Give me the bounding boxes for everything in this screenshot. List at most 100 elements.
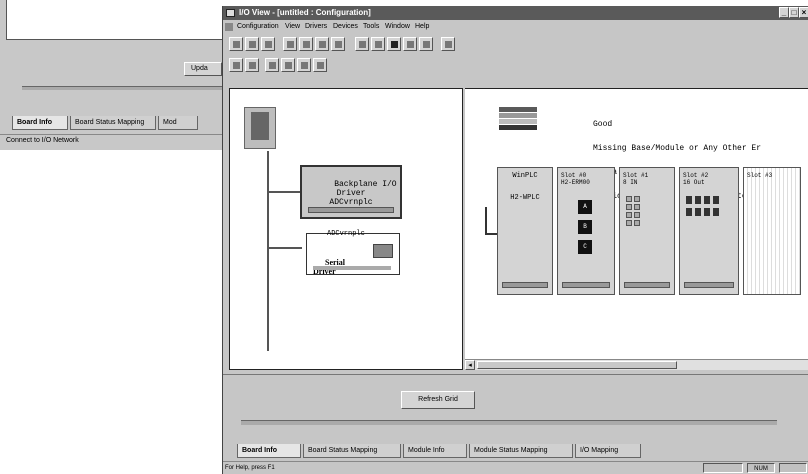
status-pane-scrl <box>779 463 807 473</box>
slot-0-button-b[interactable]: B <box>578 220 592 234</box>
open-icon[interactable] <box>245 37 259 51</box>
cpu-status-bar <box>502 282 548 288</box>
menu-configuration[interactable]: Configuration <box>237 21 279 33</box>
slot-1-module[interactable]: Slot #1 8 IN <box>619 167 675 295</box>
slot-1-status-bar <box>624 282 670 288</box>
bottom-panel: Refresh Grid <box>223 374 808 450</box>
background-progress-bar <box>22 86 222 90</box>
tab-module-info[interactable]: Module Info <box>403 444 467 458</box>
print-icon[interactable] <box>331 37 345 51</box>
backplane-driver-label: Backplane I/O Driver ADCvrnplc <box>329 180 397 207</box>
menu-drivers[interactable]: Drivers <box>305 21 327 33</box>
rack-view-pane: Good Missing Base/Module or Any Other Er… <box>465 88 808 370</box>
grid-icon[interactable] <box>313 58 327 72</box>
background-status-text: Connect to I/O Network <box>0 134 222 146</box>
horizontal-scrollbar[interactable]: ◂ <box>465 359 808 370</box>
bg-tab-module[interactable]: Mod <box>158 116 198 130</box>
tab-module-status-mapping[interactable]: Module Status Mapping <box>469 444 573 458</box>
scroll-thumb[interactable] <box>477 361 677 369</box>
serial-driver-icon <box>373 244 393 258</box>
zoom-out-icon[interactable] <box>281 58 295 72</box>
bg-tab-board-status-mapping[interactable]: Board Status Mapping <box>70 116 156 130</box>
status-pane-empty <box>703 463 743 473</box>
slot-2-status-bar <box>684 282 734 288</box>
base-icon[interactable] <box>371 37 385 51</box>
bg-tab-board-info[interactable]: Board Info <box>12 116 68 130</box>
slot-2-led <box>695 208 701 216</box>
slot-2-led <box>713 208 719 216</box>
document-menu-icon[interactable] <box>225 23 233 31</box>
help-icon[interactable] <box>441 37 455 51</box>
tile-icon[interactable] <box>229 58 243 72</box>
driver-tree-pane: Backplane I/O Driver ADCvrnplc ADCvrnplc… <box>229 88 463 370</box>
menu-view[interactable]: View <box>285 21 300 33</box>
status-text: For Help, press F1 <box>225 465 275 471</box>
cut-icon[interactable] <box>283 37 297 51</box>
maximize-button[interactable]: □ <box>789 7 799 18</box>
cascade-icon[interactable] <box>245 58 259 72</box>
cpu-model: H2-WPLC <box>510 194 540 202</box>
update-button[interactable]: Upda <box>184 62 222 76</box>
fit-icon[interactable] <box>297 58 311 72</box>
tab-io-mapping[interactable]: I/O Mapping <box>575 444 641 458</box>
legend-item-good: Good <box>593 120 613 129</box>
slot-2-model: 16 Out <box>683 179 705 186</box>
tools-icon[interactable] <box>419 37 433 51</box>
monitor-icon[interactable] <box>387 37 401 51</box>
legend-item-missing: Missing Base/Module or Any Other Er <box>593 144 762 153</box>
slot-0-button-a[interactable]: A <box>578 200 592 214</box>
background-tab-strip: Board Info Board Status Mapping Mod <box>6 116 222 132</box>
menu-devices[interactable]: Devices <box>333 21 358 33</box>
minimize-button[interactable]: _ <box>779 7 789 18</box>
copy-icon[interactable] <box>299 37 313 51</box>
slot-0-model: H2-ERM00 <box>561 179 590 186</box>
slot-2-led <box>713 196 719 204</box>
tree-connector-serial <box>268 247 302 249</box>
refresh-grid-button[interactable]: Refresh Grid <box>401 391 475 409</box>
io-view-window: I/O View - [untitled : Configuration] _ … <box>222 6 808 474</box>
paste-icon[interactable] <box>315 37 329 51</box>
tab-board-status-mapping[interactable]: Board Status Mapping <box>303 444 401 458</box>
computer-icon-screen <box>251 112 269 140</box>
scroll-left-arrow-icon[interactable]: ◂ <box>465 360 475 370</box>
zoom-in-icon[interactable] <box>265 58 279 72</box>
save-icon[interactable] <box>261 37 275 51</box>
close-button[interactable]: × <box>799 7 808 18</box>
slot-3-empty[interactable]: Slot #3 <box>743 167 801 295</box>
module-icon[interactable] <box>355 37 369 51</box>
status-bar: For Help, press F1 NUM <box>223 461 808 474</box>
title-bar[interactable]: I/O View - [untitled : Configuration] _ … <box>223 6 808 20</box>
tree-connector-vertical <box>267 151 269 351</box>
cpu-module[interactable]: WinPLC H2-WPLC <box>497 167 553 295</box>
legend-swatch-good <box>499 107 537 112</box>
slot-1-led <box>626 196 632 202</box>
slot-2-led <box>686 208 692 216</box>
computer-icon[interactable] <box>244 107 276 149</box>
menu-window[interactable]: Window <box>385 21 410 33</box>
legend-swatch-extra <box>499 119 537 124</box>
slot-0-module[interactable]: Slot #0 H2-ERM00 A B C <box>557 167 615 295</box>
slot-0-title: Slot #0 <box>561 172 587 179</box>
properties-icon[interactable] <box>403 37 417 51</box>
slot-1-led <box>634 196 640 202</box>
new-icon[interactable] <box>229 37 243 51</box>
slot-1-title: Slot #1 <box>623 172 649 179</box>
menu-help[interactable]: Help <box>415 21 429 33</box>
menu-bar: Configuration View Drivers Devices Tools… <box>223 21 808 33</box>
slot-1-led <box>634 212 640 218</box>
slot-2-module[interactable]: Slot #2 16 Out <box>679 167 739 295</box>
slot-0-button-c[interactable]: C <box>578 240 592 254</box>
slot-1-led <box>634 220 640 226</box>
backplane-driver-node[interactable]: Backplane I/O Driver ADCvrnplc <box>300 165 402 219</box>
legend-swatches <box>499 107 537 131</box>
backplane-driver-status-bar <box>308 207 394 213</box>
slot-1-led <box>626 212 632 218</box>
serial-driver-node[interactable]: ADCvrnplc Serial Driver <box>306 230 400 276</box>
menu-tools[interactable]: Tools <box>363 21 379 33</box>
rack-connector <box>485 207 487 235</box>
legend-swatch-duplicate <box>499 125 537 130</box>
slot-2-led <box>704 208 710 216</box>
background-window: Upda Board Info Board Status Mapping Mod… <box>0 0 222 150</box>
tab-board-info[interactable]: Board Info <box>237 444 301 458</box>
window-controls: _ □ × <box>779 7 808 19</box>
